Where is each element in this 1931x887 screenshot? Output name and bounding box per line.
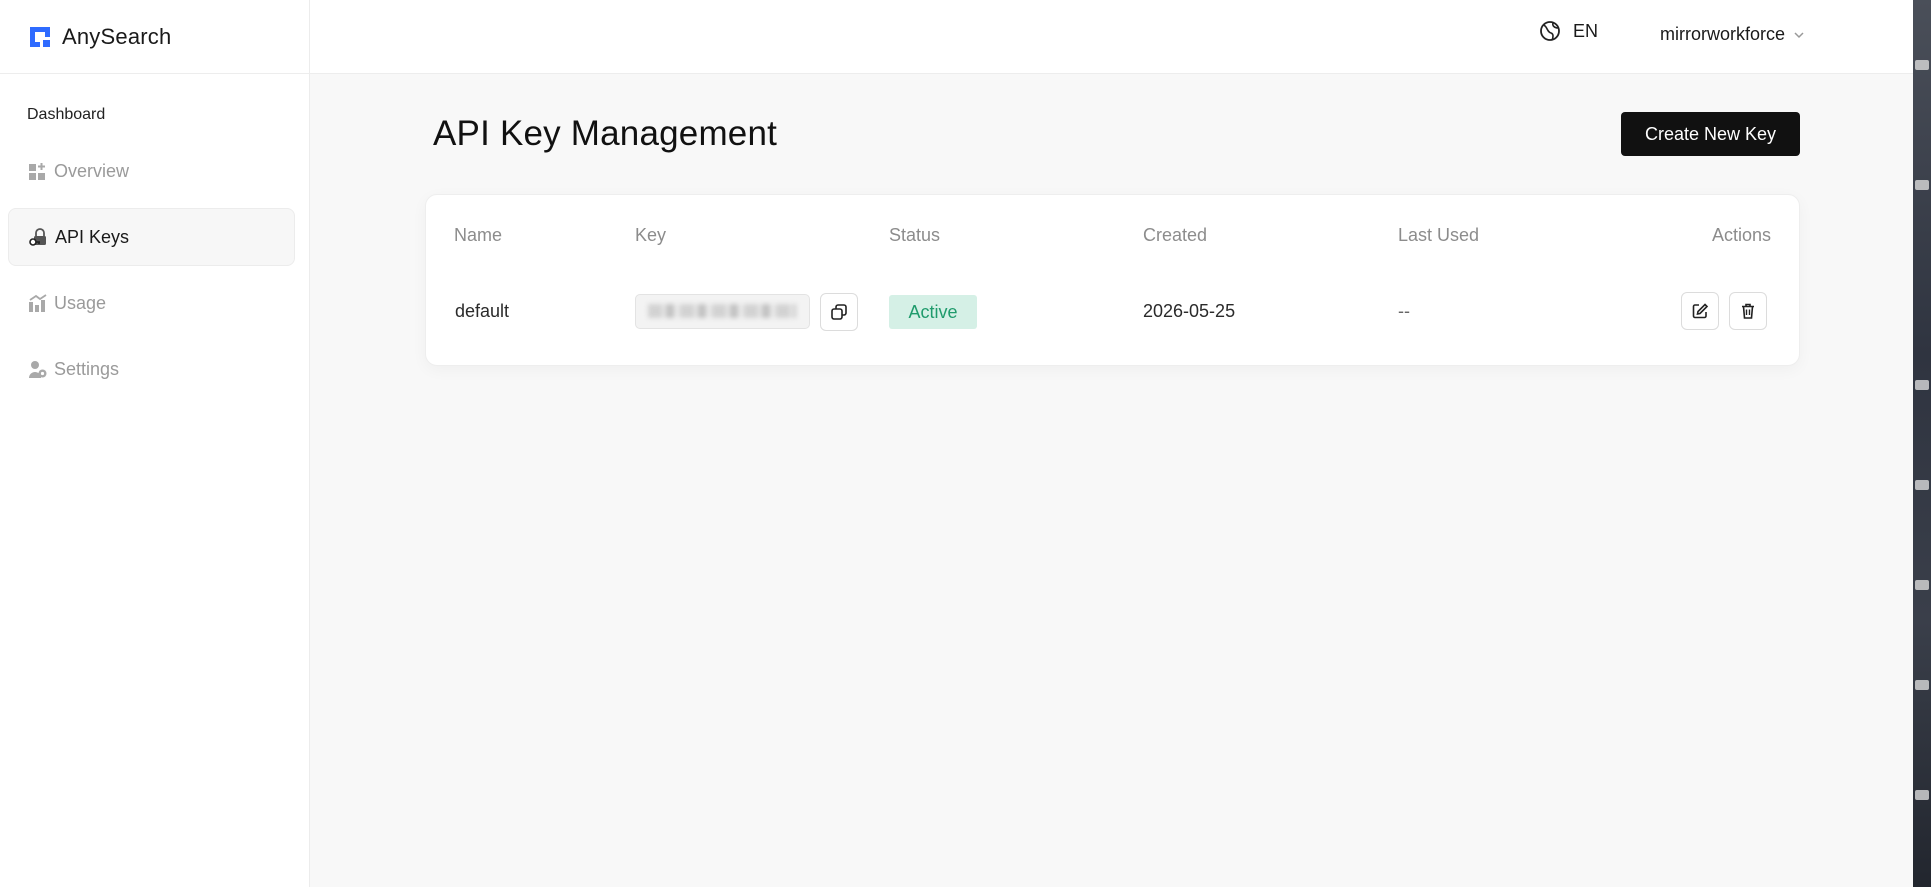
sidebar-item-label: Settings	[54, 358, 120, 379]
obscured-key-text	[648, 304, 796, 318]
column-header-last-used: Last Used	[1398, 225, 1480, 245]
desktop-icon	[1915, 180, 1929, 190]
chevron-down-icon	[1794, 31, 1804, 38]
sidebar-item-overview[interactable]: Overview	[8, 142, 295, 200]
overview-icon	[28, 161, 48, 181]
api-key-masked-value[interactable]	[635, 294, 810, 329]
desktop-icon	[1915, 60, 1929, 70]
sidebar-item-settings[interactable]: Settings	[8, 340, 295, 398]
desktop-icon	[1915, 580, 1929, 590]
status-badge: Active	[889, 295, 977, 329]
desktop-icon	[1915, 790, 1929, 800]
user-menu[interactable]: mirrorworkforce	[1660, 24, 1805, 45]
last-used-value: --	[1398, 301, 1410, 321]
copy-icon	[831, 304, 847, 320]
sidebar: AnySearch Dashboard Overview API Keys Us…	[0, 0, 310, 887]
page-title: API Key Management	[433, 114, 778, 153]
key-name: default	[455, 301, 510, 321]
column-header-key: Key	[635, 225, 667, 245]
top-header: EN mirrorworkforce	[310, 0, 1913, 74]
column-header-actions: Actions	[1711, 225, 1771, 245]
desktop-icon	[1915, 680, 1929, 690]
column-header-status: Status	[889, 225, 941, 245]
brand-name: AnySearch	[62, 23, 172, 49]
sidebar-item-usage[interactable]: Usage	[8, 274, 295, 332]
copy-key-button[interactable]	[820, 293, 858, 331]
sidebar-nav: Overview API Keys Usage Settings	[0, 142, 309, 398]
usage-chart-icon	[28, 293, 48, 313]
sidebar-item-label: Overview	[54, 160, 130, 181]
column-header-name: Name	[454, 225, 503, 245]
api-keys-table: Name Key Status Created Last Used Action…	[425, 194, 1800, 366]
desktop-icon	[1915, 380, 1929, 390]
key-icon	[29, 227, 49, 247]
sidebar-section-label: Dashboard	[27, 106, 106, 123]
edit-icon	[1692, 303, 1709, 319]
desktop-icon	[1915, 480, 1929, 490]
user-settings-icon	[28, 359, 48, 379]
edit-key-button[interactable]	[1681, 292, 1719, 330]
language-label: EN	[1573, 20, 1599, 41]
sidebar-item-api-keys[interactable]: API Keys	[8, 208, 295, 266]
sidebar-item-label: API Keys	[55, 226, 130, 247]
column-header-created: Created	[1143, 225, 1208, 245]
globe-icon	[1540, 21, 1560, 41]
desktop-background-strip	[1913, 0, 1931, 887]
created-date: 2026-05-25	[1143, 301, 1236, 321]
language-switcher[interactable]: EN	[1539, 20, 1598, 42]
username: mirrorworkforce	[1660, 24, 1786, 44]
create-new-key-button[interactable]: Create New Key	[1621, 112, 1800, 156]
trash-icon	[1742, 303, 1754, 319]
brand[interactable]: AnySearch	[0, 0, 309, 74]
anysearch-logo-icon	[30, 26, 50, 47]
sidebar-item-label: Usage	[54, 292, 107, 313]
delete-key-button[interactable]	[1729, 292, 1767, 330]
